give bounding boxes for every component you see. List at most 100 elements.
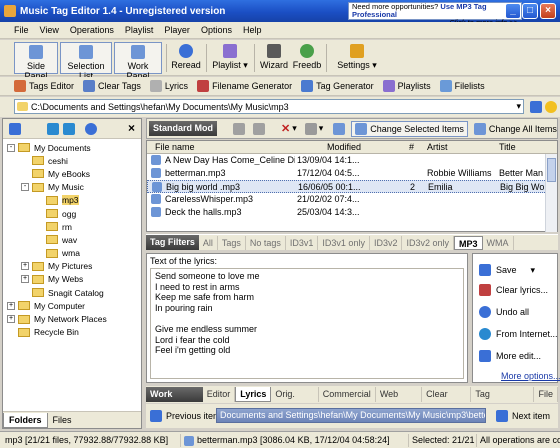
table-row[interactable]: A New Day Has Come_Celine Dio... 13/09/04… (147, 154, 557, 167)
playlists-button[interactable]: Playlists (382, 80, 431, 92)
tree-node[interactable]: - My Music (3, 181, 141, 194)
options-icon[interactable] (304, 122, 317, 135)
wizard-button[interactable]: Wizard (258, 42, 290, 74)
close-panel-icon[interactable]: × (128, 121, 135, 135)
tab-clear-tags[interactable]: Clear Tags (422, 387, 472, 414)
tree-node[interactable]: ogg (3, 207, 141, 220)
close-button[interactable]: × (540, 3, 556, 19)
column-title[interactable]: Title (499, 142, 516, 152)
tree-node[interactable]: ceshi (3, 154, 141, 167)
expand-toggle-icon[interactable]: - (7, 143, 15, 152)
maximize-button[interactable]: □ (522, 3, 538, 19)
column-track-number[interactable]: # (409, 142, 414, 152)
tags-editor-button[interactable]: Tags Editor (14, 80, 74, 92)
sync-folder-icon[interactable] (63, 123, 75, 135)
promo-banner[interactable]: Need more opportunities? Use MP3 Tag Pro… (348, 2, 522, 27)
chevron-down-icon[interactable]: ▾ (516, 101, 521, 112)
change-selected-button[interactable]: Change Selected Items (351, 120, 468, 137)
table-row[interactable]: CarelessWhisper.mp3 21/02/02 07:4... (147, 193, 557, 206)
tab-files[interactable]: Files (48, 413, 77, 428)
tab-tag-generator[interactable]: Tag Generator (471, 387, 535, 414)
tab-folders[interactable]: Folders (3, 412, 48, 428)
expand-toggle-icon[interactable]: + (7, 301, 15, 310)
minimize-button[interactable]: _ (505, 3, 521, 19)
table-row[interactable]: betterman.mp3 17/12/04 04:5... Robbie Will… (147, 167, 557, 180)
arrow-down-icon[interactable] (253, 122, 265, 135)
expand-toggle-icon[interactable]: + (21, 262, 29, 271)
clear-tags-button[interactable]: Clear Tags (83, 80, 141, 92)
table-row[interactable]: Deck the halls.mp3 25/03/04 14:3... (147, 206, 557, 219)
column-file-name[interactable]: File name (155, 142, 195, 152)
selection-list-button[interactable]: Selection List (60, 42, 112, 81)
tab-commercial[interactable]: Commercial (319, 387, 376, 402)
sync-icon[interactable] (47, 123, 59, 135)
tree-node[interactable]: - My Documents (3, 141, 141, 154)
tree-node[interactable]: mp3 (3, 194, 141, 207)
tab-lyrics[interactable]: Lyrics (235, 387, 272, 402)
expand-toggle-icon[interactable]: - (21, 183, 29, 192)
lyrics-textarea[interactable]: Send someone to love me I need to rest in… (150, 268, 464, 379)
tab-editor[interactable]: Editor (203, 387, 236, 402)
expand-toggle-icon[interactable]: + (7, 315, 15, 324)
table-row[interactable]: Big big world .mp3 16/06/05 00:1... 2 Emili… (147, 180, 557, 193)
tree-node[interactable]: rm (3, 220, 141, 233)
tree-node[interactable]: Recycle Bin (3, 326, 141, 339)
tag-generator-button[interactable]: Tag Generator (301, 80, 374, 92)
back-icon[interactable] (9, 123, 21, 135)
tag-filter-id3v1-only[interactable]: ID3v1 only (318, 235, 370, 250)
vertical-scrollbar[interactable] (545, 154, 557, 232)
tree-node[interactable]: wma (3, 247, 141, 260)
arrow-up-icon[interactable] (233, 122, 245, 135)
tag-filter-tags[interactable]: Tags (218, 235, 246, 250)
previous-item-button[interactable]: Previous item (150, 410, 221, 422)
settings-button[interactable]: Settings ▾ (332, 42, 382, 74)
favorites-star-icon[interactable] (545, 101, 557, 113)
tab-orig-tags[interactable]: Orig. Tags (271, 387, 319, 414)
tree-node[interactable]: wav (3, 233, 141, 246)
reread-button[interactable]: Reread (170, 42, 202, 74)
delete-icon[interactable]: ✕ (281, 122, 290, 135)
next-item-button[interactable]: Next item (496, 410, 550, 422)
expand-toggle-icon[interactable]: + (21, 275, 29, 284)
tree-node[interactable]: + My Network Places (3, 312, 141, 325)
filename-generator-button[interactable]: Filename Generator (197, 80, 292, 92)
column-artist[interactable]: Artist (427, 142, 448, 152)
menu-file[interactable]: File (14, 25, 29, 35)
tag-filter-all[interactable]: All (199, 235, 218, 250)
save-button[interactable]: Save ▾ (479, 264, 535, 276)
playlist-button[interactable]: Playlist ▾ (210, 42, 250, 74)
tab-file[interactable]: File (534, 387, 558, 402)
menu-view[interactable]: View (40, 25, 59, 35)
go-up-icon[interactable] (530, 101, 542, 113)
menu-help[interactable]: Help (243, 25, 262, 35)
tree-node[interactable]: My eBooks (3, 167, 141, 180)
more-options-link[interactable]: More options... (501, 371, 560, 381)
tag-filter-id3v2-only[interactable]: ID3v2 only (402, 235, 454, 250)
tag-filter-no-tags[interactable]: No tags (246, 235, 286, 250)
tag-filter-mp3[interactable]: MP3 (454, 235, 483, 250)
path-input[interactable]: C:\Documents and Settings\hefan\My Docum… (14, 99, 524, 114)
lyrics-button[interactable]: Lyrics (149, 80, 188, 92)
tag-filter-id3v1[interactable]: ID3v1 (286, 235, 319, 250)
filelists-button[interactable]: Filelists (439, 80, 485, 92)
change-all-button[interactable]: Change All Items (473, 122, 557, 135)
column-modified[interactable]: Modified (327, 142, 361, 152)
from-internet-button[interactable]: From Internet... (479, 328, 558, 340)
freedb-button[interactable]: Freedb (292, 42, 322, 74)
tree-node[interactable]: + My Computer (3, 299, 141, 312)
tag-filter-wma[interactable]: WMA (483, 235, 514, 250)
refresh-icon[interactable] (85, 123, 97, 135)
apply-icon[interactable] (333, 122, 346, 135)
tree-node[interactable]: Snagit Catalog (3, 286, 141, 299)
side-panel-button[interactable]: Side Panel (14, 42, 58, 81)
tab-web-tags[interactable]: Web Tags (376, 387, 423, 414)
clear-lyrics-button[interactable]: Clear lyrics... (479, 284, 548, 296)
tag-filter-id3v2[interactable]: ID3v2 (370, 235, 403, 250)
work-panel-button[interactable]: Work Panel (114, 42, 162, 81)
tree-node[interactable]: + My Webs (3, 273, 141, 286)
menu-playlist[interactable]: Playlist (125, 25, 154, 35)
undo-all-button[interactable]: Undo all (479, 306, 529, 318)
menu-operations[interactable]: Operations (70, 25, 114, 35)
more-edit-button[interactable]: More edit... (479, 350, 541, 362)
tree-node[interactable]: + My Pictures (3, 260, 141, 273)
